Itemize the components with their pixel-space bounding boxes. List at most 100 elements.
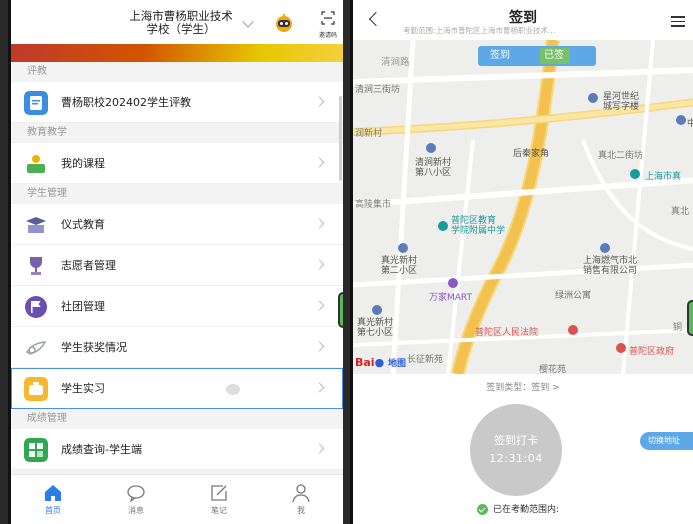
map-label: 星河世纪 城写字楼	[603, 92, 640, 112]
bottom-tab-bar: 首页 消息 笔记 我	[11, 474, 343, 524]
chevron-right-icon	[314, 443, 325, 454]
list-item-label: 学生实习	[61, 382, 105, 395]
chevron-right-icon	[314, 300, 325, 311]
poi-marker-icon[interactable]	[426, 143, 436, 153]
poi-marker-icon[interactable]	[630, 169, 640, 179]
map-label: 清涧新村 第八小区	[415, 158, 452, 178]
list-item-label: 曹杨职校202402学生评教	[61, 96, 191, 109]
poi-marker-icon[interactable]	[398, 243, 408, 253]
list-item-label: 学生获奖情况	[61, 341, 127, 354]
checkin-header: 签到 考勤范围:上海市普陀区上海市曹杨职业技术...	[353, 0, 693, 40]
map-label: 上海市真	[645, 172, 682, 182]
tab-notes[interactable]: 笔记	[199, 483, 239, 516]
list-item-awards[interactable]: 学生获奖情况	[11, 327, 343, 368]
checkin-button[interactable]: 签到打卡 12:31:04	[470, 404, 562, 496]
ceremony-icon	[26, 217, 46, 233]
map-label: 真光新村 第七小区	[357, 318, 394, 338]
baidu-logo-map-text: 地图	[388, 359, 407, 369]
map-label: 真北二街坊	[598, 151, 644, 161]
list-item-evaluation[interactable]: 曹杨职校202402学生评教	[11, 82, 343, 123]
user-icon	[292, 484, 310, 503]
map-label: 真光新村 第二小区	[381, 256, 418, 276]
note-icon	[211, 485, 227, 501]
school-selector[interactable]: 上海市曹杨职业技术 学校（学生）	[116, 10, 246, 36]
poi-marker-icon[interactable]	[438, 221, 448, 231]
message-icon	[127, 485, 145, 503]
list-item-volunteer[interactable]: 志愿者管理	[11, 245, 343, 286]
map-label: 普陀区人民法院	[475, 328, 539, 338]
tab-label: 笔记	[211, 506, 227, 515]
map-label: 润新村	[355, 129, 383, 139]
list-item-label: 仪式教育	[61, 218, 105, 231]
list-item-label: 志愿者管理	[61, 259, 116, 272]
grades-icon	[24, 438, 48, 462]
list-item-internship[interactable]: 学生实习	[11, 368, 343, 409]
menu-icon[interactable]	[671, 16, 685, 30]
tab-home[interactable]: 首页	[33, 483, 73, 516]
map-roads	[353, 40, 693, 374]
list-item-label: 我的课程	[61, 157, 105, 170]
award-icon	[26, 341, 47, 355]
chevron-right-icon	[314, 218, 325, 229]
list-item-my-courses[interactable]: 我的课程	[11, 143, 343, 184]
map-label: 上海燃气市北 销售有限公司	[583, 256, 638, 276]
right-phone-screen: 签到 考勤范围:上海市普陀区上海市曹杨职业技术... 签到 已签 清涧路 清涧三…	[350, 0, 693, 524]
map-label: 普陀区教育 学院附属中学	[451, 216, 506, 236]
poi-marker-icon[interactable]	[616, 343, 626, 353]
pill-checkin-label: 签到	[490, 50, 510, 61]
poi-marker-icon[interactable]	[676, 115, 686, 125]
tab-label: 首页	[45, 506, 61, 515]
pill-signed-label: 已签	[540, 48, 570, 64]
list-item-grades[interactable]: 成绩查询-学生端	[11, 429, 343, 470]
baidu-logo-text: Bai	[355, 356, 375, 369]
page-title: 签到	[509, 10, 537, 26]
in-range-status: 已在考勤范围内:	[477, 502, 559, 515]
poi-marker-icon[interactable]	[568, 325, 578, 335]
baidu-map-logo: Bai● 地图	[355, 356, 407, 369]
courses-icon	[27, 155, 45, 173]
function-list: 评教 曹杨职校202402学生评教 教育教学 我的课程 学生管理 仪式教育 志愿…	[11, 62, 343, 470]
chevron-right-icon	[314, 259, 325, 270]
banner-image	[11, 44, 343, 62]
poi-marker-icon[interactable]	[600, 243, 610, 253]
scrollbar[interactable]	[339, 96, 342, 181]
left-phone-screen: 上海市曹杨职业技术 学校（学生） 邀请码 评教 曹杨职校202402学生评教 教…	[8, 0, 343, 524]
home-icon	[45, 485, 61, 501]
list-item-label: 社团管理	[61, 300, 105, 313]
switch-address-button[interactable]: 切换地址	[640, 432, 693, 450]
tab-messages[interactable]: 消息	[116, 483, 156, 516]
checkin-type-selector[interactable]: 签到类型：签到 >	[353, 380, 693, 393]
list-item-clubs[interactable]: 社团管理	[11, 286, 343, 327]
poi-marker-icon[interactable]	[588, 93, 598, 103]
map-label: 中	[687, 116, 693, 129]
map-label: 绿洲公寓	[555, 291, 592, 301]
poi-marker-icon[interactable]	[448, 278, 458, 288]
map-label: 万家MART	[429, 293, 473, 303]
invite-code-label: 邀请码	[318, 32, 337, 39]
section-title-student-management: 学生管理	[11, 184, 343, 204]
map-label: 高陵集市	[355, 200, 392, 210]
checkin-status-pill: 签到 已签	[478, 46, 596, 66]
chevron-right-icon	[314, 96, 325, 107]
floating-side-handle[interactable]	[687, 300, 693, 336]
map-label: 长征新苑	[407, 355, 444, 365]
evaluation-icon	[24, 91, 48, 115]
check-circle-icon	[477, 504, 488, 515]
tab-me[interactable]: 我	[281, 483, 321, 516]
invite-code-button[interactable]: 邀请码	[315, 10, 341, 40]
chevron-right-icon	[314, 157, 325, 168]
checkin-panel: 签到类型：签到 > 签到打卡 12:31:04 切换地址 已在考勤范围内:	[353, 374, 693, 524]
poi-marker-icon[interactable]	[372, 305, 382, 315]
map-label: 铜	[673, 323, 683, 333]
section-title-teaching: 教育教学	[11, 123, 343, 143]
map-view[interactable]: 签到 已签 清涧路 清涧三街坊 润新村 后秦家角 真北二街坊 星河世纪 城写字楼…	[353, 40, 693, 374]
robot-assistant-icon[interactable]	[273, 12, 295, 34]
list-item-ceremony[interactable]: 仪式教育	[11, 204, 343, 245]
floating-side-handle[interactable]	[338, 292, 343, 328]
attendance-range-text: 考勤范围:上海市普陀区上海市曹杨职业技术...	[403, 26, 556, 35]
trophy-icon	[30, 257, 42, 275]
school-header: 上海市曹杨职业技术 学校（学生） 邀请码	[11, 0, 343, 46]
chevron-right-icon	[314, 341, 325, 352]
in-range-text: 已在考勤范围内:	[493, 505, 560, 515]
map-label: 后秦家角	[513, 149, 550, 159]
